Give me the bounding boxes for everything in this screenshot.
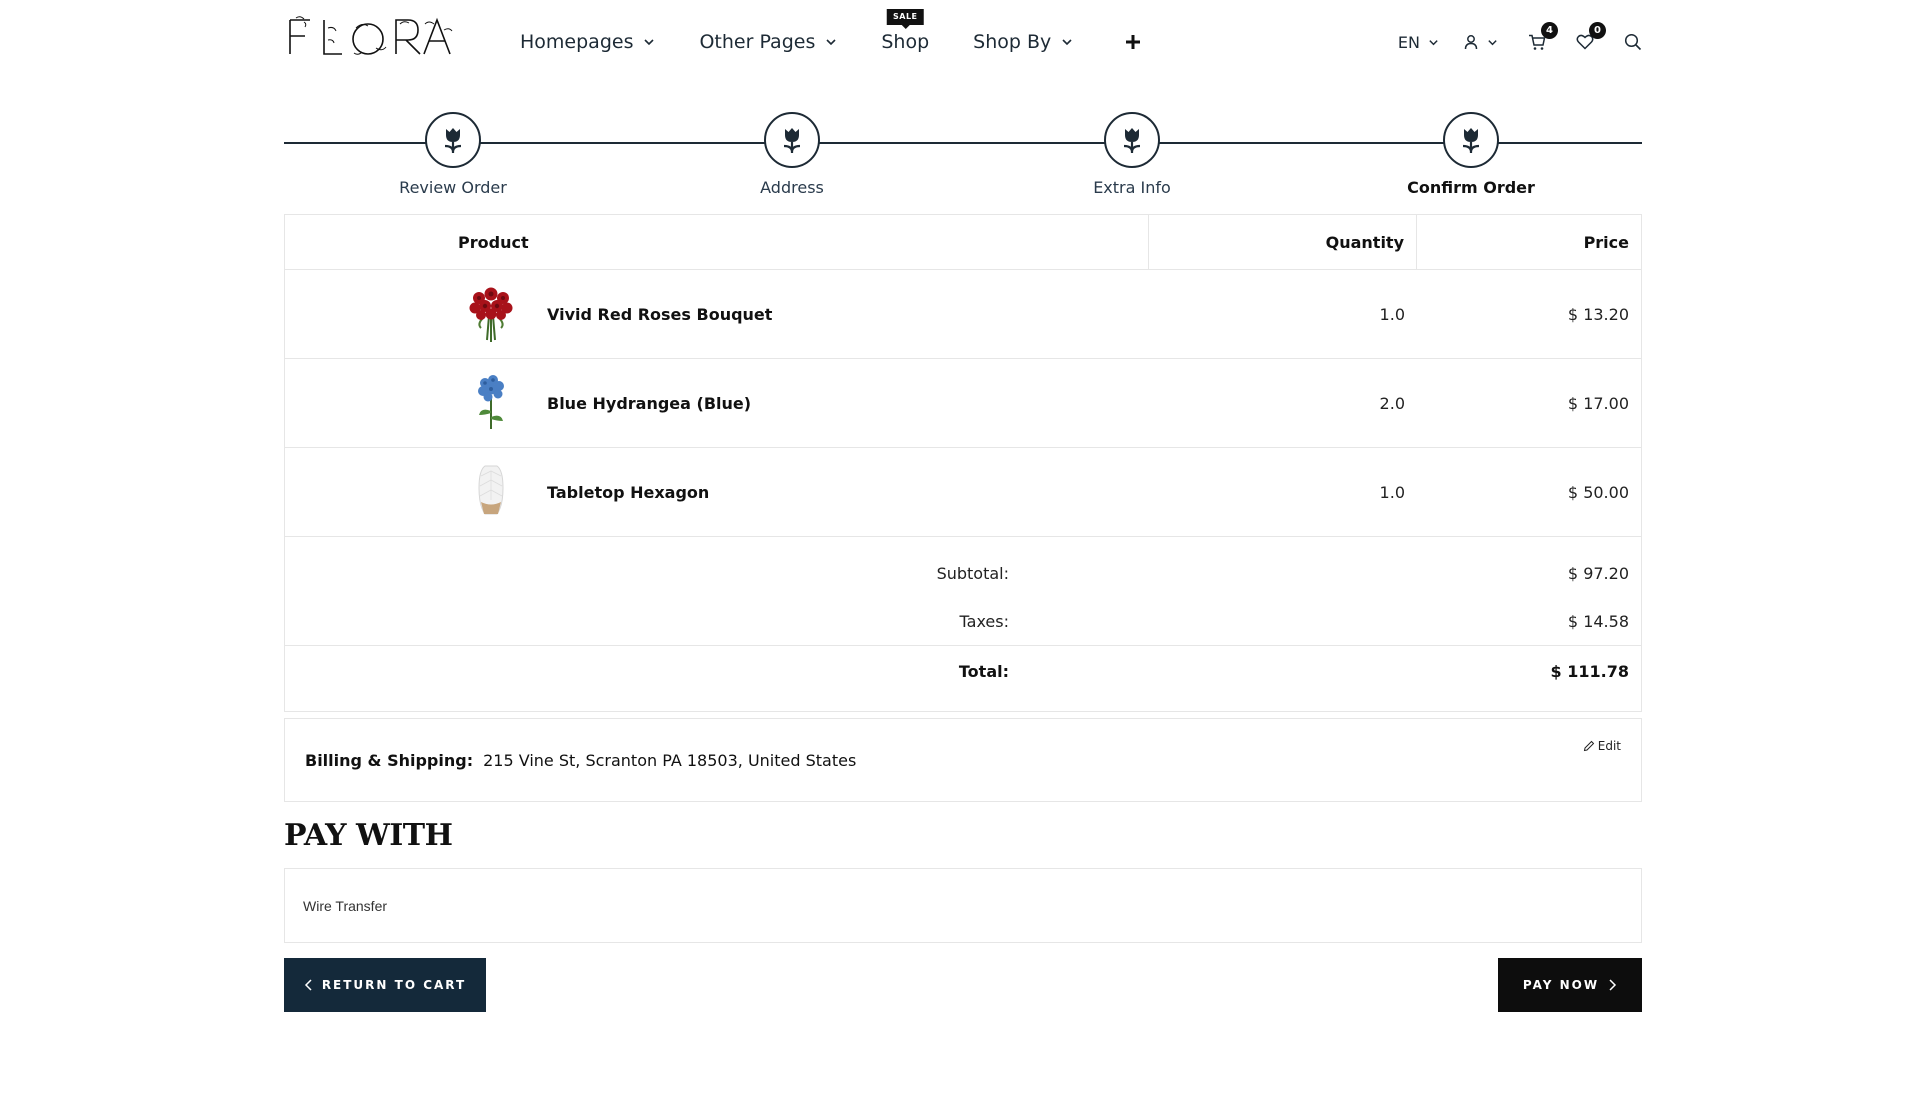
step-label: Address [760, 178, 824, 197]
product-price: $ 17.00 [1567, 393, 1629, 413]
pay-now-button[interactable]: PAY NOW [1498, 958, 1642, 1012]
checkout-steps: Review Order Address Extra Info Confirm … [284, 108, 1642, 197]
step-address[interactable]: Address [692, 112, 892, 197]
tulip-icon [444, 128, 462, 153]
table-row: Vivid Red Roses Bouquet 1.0 $ 13.20 [285, 270, 1641, 359]
order-summary-table: Product Quantity Price Vivid Red Roses B… [284, 214, 1642, 712]
site-header: Homepages Other Pages SALE Shop Shop By … [284, 0, 1642, 84]
total-row: Total: $ 111.78 [285, 645, 1641, 697]
step-circle [1443, 112, 1499, 168]
subtotal-value: $ 97.20 [1567, 563, 1629, 583]
cart-button[interactable]: 4 [1528, 21, 1558, 51]
red-roses-image [469, 287, 513, 342]
product-thumbnail[interactable] [463, 371, 519, 435]
step-circle [425, 112, 481, 168]
search-button[interactable] [1624, 33, 1642, 51]
tulip-icon [1462, 128, 1480, 153]
tulip-icon [1123, 128, 1141, 153]
step-label: Confirm Order [1407, 178, 1535, 197]
product-name[interactable]: Tabletop Hexagon [547, 483, 709, 502]
step-label: Review Order [399, 178, 507, 197]
order-totals: Subtotal: $ 97.20 Taxes: $ 14.58 Total: … [285, 537, 1641, 697]
taxes-row: Taxes: $ 14.58 [285, 597, 1641, 645]
product-name[interactable]: Blue Hydrangea (Blue) [547, 394, 751, 413]
white-vase-image [478, 465, 504, 515]
user-icon [1464, 35, 1478, 50]
search-icon [1624, 33, 1642, 51]
tulip-icon [783, 128, 801, 153]
column-price: Price [1583, 232, 1629, 252]
chevron-left-icon [304, 979, 312, 991]
blue-hydrangea-image [478, 375, 504, 429]
column-quantity: Quantity [1149, 215, 1417, 269]
billing-label: Billing & Shipping: [305, 750, 474, 770]
step-review-order[interactable]: Review Order [353, 112, 553, 197]
chevron-down-icon [1429, 39, 1438, 45]
step-circle [764, 112, 820, 168]
step-confirm-order: Confirm Order [1371, 112, 1571, 197]
nav-shop[interactable]: SALE Shop [881, 0, 929, 84]
chevron-down-icon [1488, 39, 1497, 45]
step-extra-info[interactable]: Extra Info [1032, 112, 1232, 197]
main-nav: Homepages Other Pages SALE Shop Shop By [520, 0, 1141, 84]
taxes-value: $ 14.58 [1567, 611, 1629, 631]
subtotal-label: Subtotal: [936, 563, 1009, 583]
header-actions: EN 4 0 [1374, 0, 1642, 84]
product-quantity: 1.0 [1379, 482, 1405, 502]
language-selector[interactable]: EN [1398, 33, 1439, 52]
cart-count-badge: 4 [1541, 21, 1558, 39]
payment-method-option[interactable]: Wire Transfer [284, 868, 1642, 943]
chevron-down-icon [826, 39, 836, 46]
chevron-right-icon [1609, 979, 1617, 991]
table-row: Tabletop Hexagon 1.0 $ 50.00 [285, 448, 1641, 537]
sale-badge: SALE [886, 9, 924, 25]
chevron-down-icon [644, 39, 655, 46]
product-price: $ 50.00 [1567, 482, 1629, 502]
product-name[interactable]: Vivid Red Roses Bouquet [547, 305, 772, 324]
billing-shipping-box: Billing & Shipping: 215 Vine St, Scranto… [284, 718, 1642, 802]
product-cell: Tabletop Hexagon [285, 460, 1149, 524]
payment-method-label: Wire Transfer [303, 897, 388, 914]
step-circle [1104, 112, 1160, 168]
flora-logo[interactable] [284, 14, 454, 62]
product-cell: Blue Hydrangea (Blue) [285, 371, 1149, 435]
column-product: Product [285, 215, 1149, 269]
product-thumbnail[interactable] [463, 460, 519, 524]
pay-with-heading: PAY WITH [284, 818, 453, 853]
plus-icon[interactable] [1125, 27, 1141, 57]
pencil-icon [1583, 740, 1594, 752]
product-thumbnail[interactable] [463, 282, 519, 346]
product-quantity: 1.0 [1379, 304, 1405, 324]
nav-other-pages[interactable]: Other Pages [699, 0, 837, 84]
product-quantity: 2.0 [1379, 393, 1405, 413]
subtotal-row: Subtotal: $ 97.20 [285, 549, 1641, 597]
chevron-down-icon [1062, 39, 1072, 46]
step-label: Extra Info [1093, 178, 1171, 197]
total-label: Total: [958, 662, 1009, 681]
product-price: $ 13.20 [1567, 304, 1629, 324]
return-to-cart-button[interactable]: RETURN TO CART [284, 958, 486, 1012]
wishlist-count-badge: 0 [1589, 22, 1606, 39]
nav-homepages[interactable]: Homepages [520, 0, 655, 84]
wishlist-button[interactable]: 0 [1576, 22, 1606, 50]
product-cell: Vivid Red Roses Bouquet [285, 282, 1149, 346]
nav-shop-by[interactable]: Shop By [973, 0, 1073, 84]
billing-address: 215 Vine St, Scranton PA 18503, United S… [483, 750, 857, 770]
edit-address-link[interactable]: Edit [1583, 739, 1621, 753]
table-row: Blue Hydrangea (Blue) 2.0 $ 17.00 [285, 359, 1641, 448]
account-menu[interactable] [1463, 34, 1498, 50]
table-header: Product Quantity Price [285, 215, 1641, 270]
taxes-label: Taxes: [959, 611, 1009, 631]
total-value: $ 111.78 [1550, 662, 1629, 681]
